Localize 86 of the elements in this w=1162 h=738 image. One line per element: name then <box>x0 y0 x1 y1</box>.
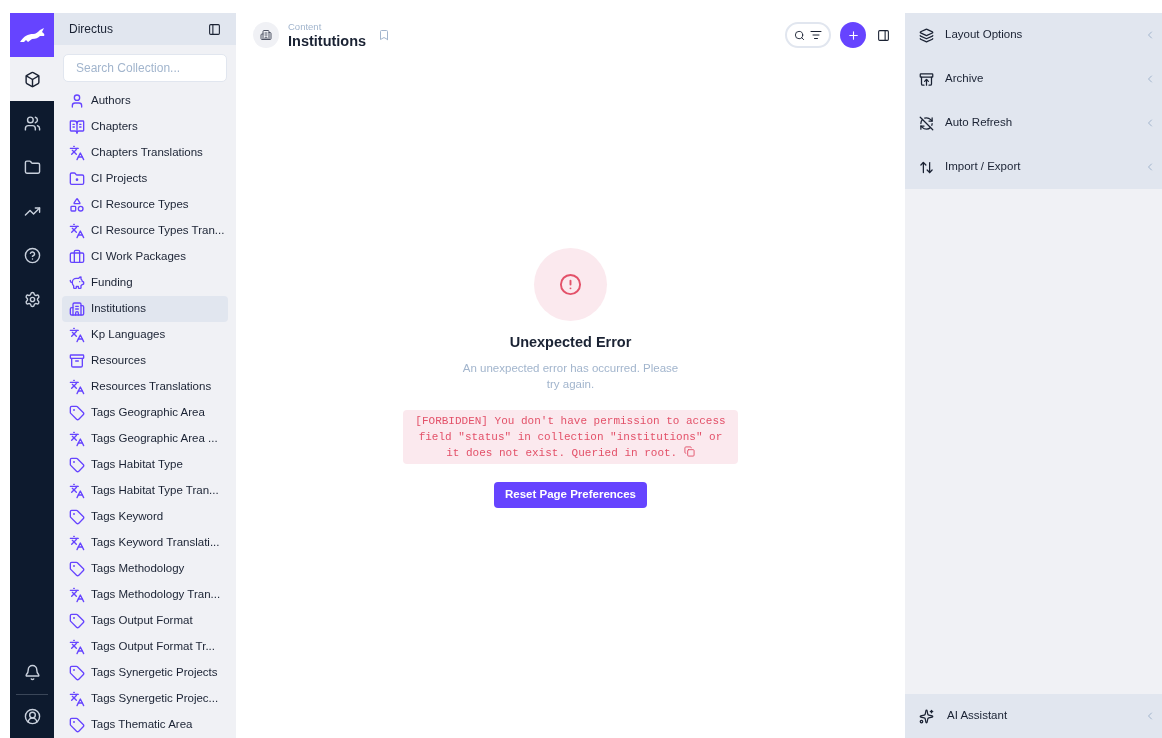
translate-icon <box>69 379 85 395</box>
tag-icon <box>69 561 85 577</box>
box-icon <box>23 70 41 88</box>
tag-icon <box>69 457 85 473</box>
collection-item[interactable]: Authors <box>62 88 228 114</box>
sidebar-section[interactable]: Auto Refresh <box>905 101 1162 145</box>
translate-icon <box>69 587 85 603</box>
folder-icon <box>23 158 41 176</box>
tag-icon <box>69 509 85 525</box>
archive-icon <box>69 353 85 369</box>
collection-item[interactable]: Tags Habitat Type <box>62 452 228 478</box>
error-details: [FORBIDDEN] You don't have permission to access field "status" in collection "institutions" or it does not exist. Queried in root. <box>403 409 738 464</box>
filter-icon[interactable] <box>810 29 822 41</box>
tag-icon <box>69 665 85 681</box>
rabbit-logo-icon <box>18 26 46 44</box>
layers-icon <box>919 27 934 43</box>
collection-item[interactable]: Tags Keyword <box>62 504 228 530</box>
collection-item[interactable]: Institutions <box>62 296 228 322</box>
help-icon <box>23 246 41 264</box>
translate-icon <box>69 691 85 707</box>
ai-assistant-section[interactable]: AI Assistant <box>905 694 1162 738</box>
translate-icon <box>69 327 85 343</box>
alert-icon <box>559 273 582 296</box>
collection-item[interactable]: Resources Translations <box>62 374 228 400</box>
translate-icon <box>69 431 85 447</box>
project-name: Directus <box>69 21 113 38</box>
book-icon <box>69 119 85 135</box>
translate-icon <box>69 223 85 239</box>
folder-icon <box>69 171 85 187</box>
collection-item[interactable]: Tags Keyword Translati... <box>62 530 228 556</box>
collection-item[interactable]: CI Work Packages <box>62 244 228 270</box>
arrows-icon <box>919 159 934 175</box>
collection-item[interactable]: CI Resource Types Tran... <box>62 218 228 244</box>
collection-item[interactable]: Resources <box>62 348 228 374</box>
bell-icon <box>23 663 41 681</box>
module-button[interactable] <box>10 57 54 101</box>
search-field[interactable]: Search Collection... <box>63 54 227 82</box>
collection-item[interactable]: CI Projects <box>62 166 228 192</box>
collection-item[interactable]: Tags Geographic Area <box>62 400 228 426</box>
tag-icon <box>69 613 85 629</box>
refresh-off-icon <box>919 115 934 131</box>
tag-icon <box>69 405 85 421</box>
collection-item[interactable]: Tags Thematic Area <box>62 712 228 738</box>
collection-item[interactable]: Tags Output Format Tr... <box>62 634 228 660</box>
users-icon <box>23 114 41 132</box>
error-message: An unexpected error has occurred. Please try again. <box>461 360 680 392</box>
shapes-icon <box>69 197 85 213</box>
translate-icon <box>69 145 85 161</box>
sidebar-section[interactable]: Layout Options <box>905 13 1162 57</box>
plus-icon <box>846 28 860 42</box>
collapse-icon[interactable] <box>208 22 221 36</box>
page-title: Institutions <box>288 34 367 49</box>
person-icon <box>69 93 85 109</box>
briefcase-icon <box>69 249 85 265</box>
translate-icon <box>69 639 85 655</box>
sparkles-icon <box>919 708 934 724</box>
building-icon <box>69 301 85 317</box>
user-circle-icon <box>23 708 41 725</box>
collection-item[interactable]: Tags Methodology <box>62 556 228 582</box>
collection-item[interactable]: CI Resource Types <box>62 192 228 218</box>
collection-item[interactable]: Tags Synergetic Projects <box>62 660 228 686</box>
translate-icon <box>69 483 85 499</box>
piggy-bank-icon <box>69 275 85 291</box>
archive-icon <box>919 71 934 87</box>
building-icon <box>260 29 272 41</box>
collection-item[interactable]: Tags Geographic Area ... <box>62 426 228 452</box>
collection-item[interactable]: Kp Languages <box>62 322 228 348</box>
error-title: Unexpected Error <box>509 333 632 352</box>
reset-preferences-button[interactable]: Reset Page Preferences <box>493 481 648 508</box>
collection-item[interactable]: Tags Habitat Type Tran... <box>62 478 228 504</box>
create-button[interactable] <box>840 22 866 48</box>
sidebar-section[interactable]: Archive <box>905 57 1162 101</box>
sidebar-toggle-icon[interactable] <box>877 28 890 42</box>
search-icon[interactable] <box>794 29 805 41</box>
collection-item[interactable]: Tags Synergetic Projec... <box>62 686 228 712</box>
tag-icon <box>69 717 85 733</box>
search-filter-button[interactable] <box>785 22 831 48</box>
sidebar-section[interactable]: Import / Export <box>905 145 1162 189</box>
collection-item[interactable]: Tags Methodology Tran... <box>62 582 228 608</box>
translate-icon <box>69 535 85 551</box>
collection-item[interactable]: Funding <box>62 270 228 296</box>
collection-item[interactable]: Tags Output Format <box>62 608 228 634</box>
collection-item[interactable]: Chapters <box>62 114 228 140</box>
settings-icon <box>23 290 41 308</box>
collection-item[interactable]: Chapters Translations <box>62 140 228 166</box>
logo[interactable] <box>10 13 54 57</box>
